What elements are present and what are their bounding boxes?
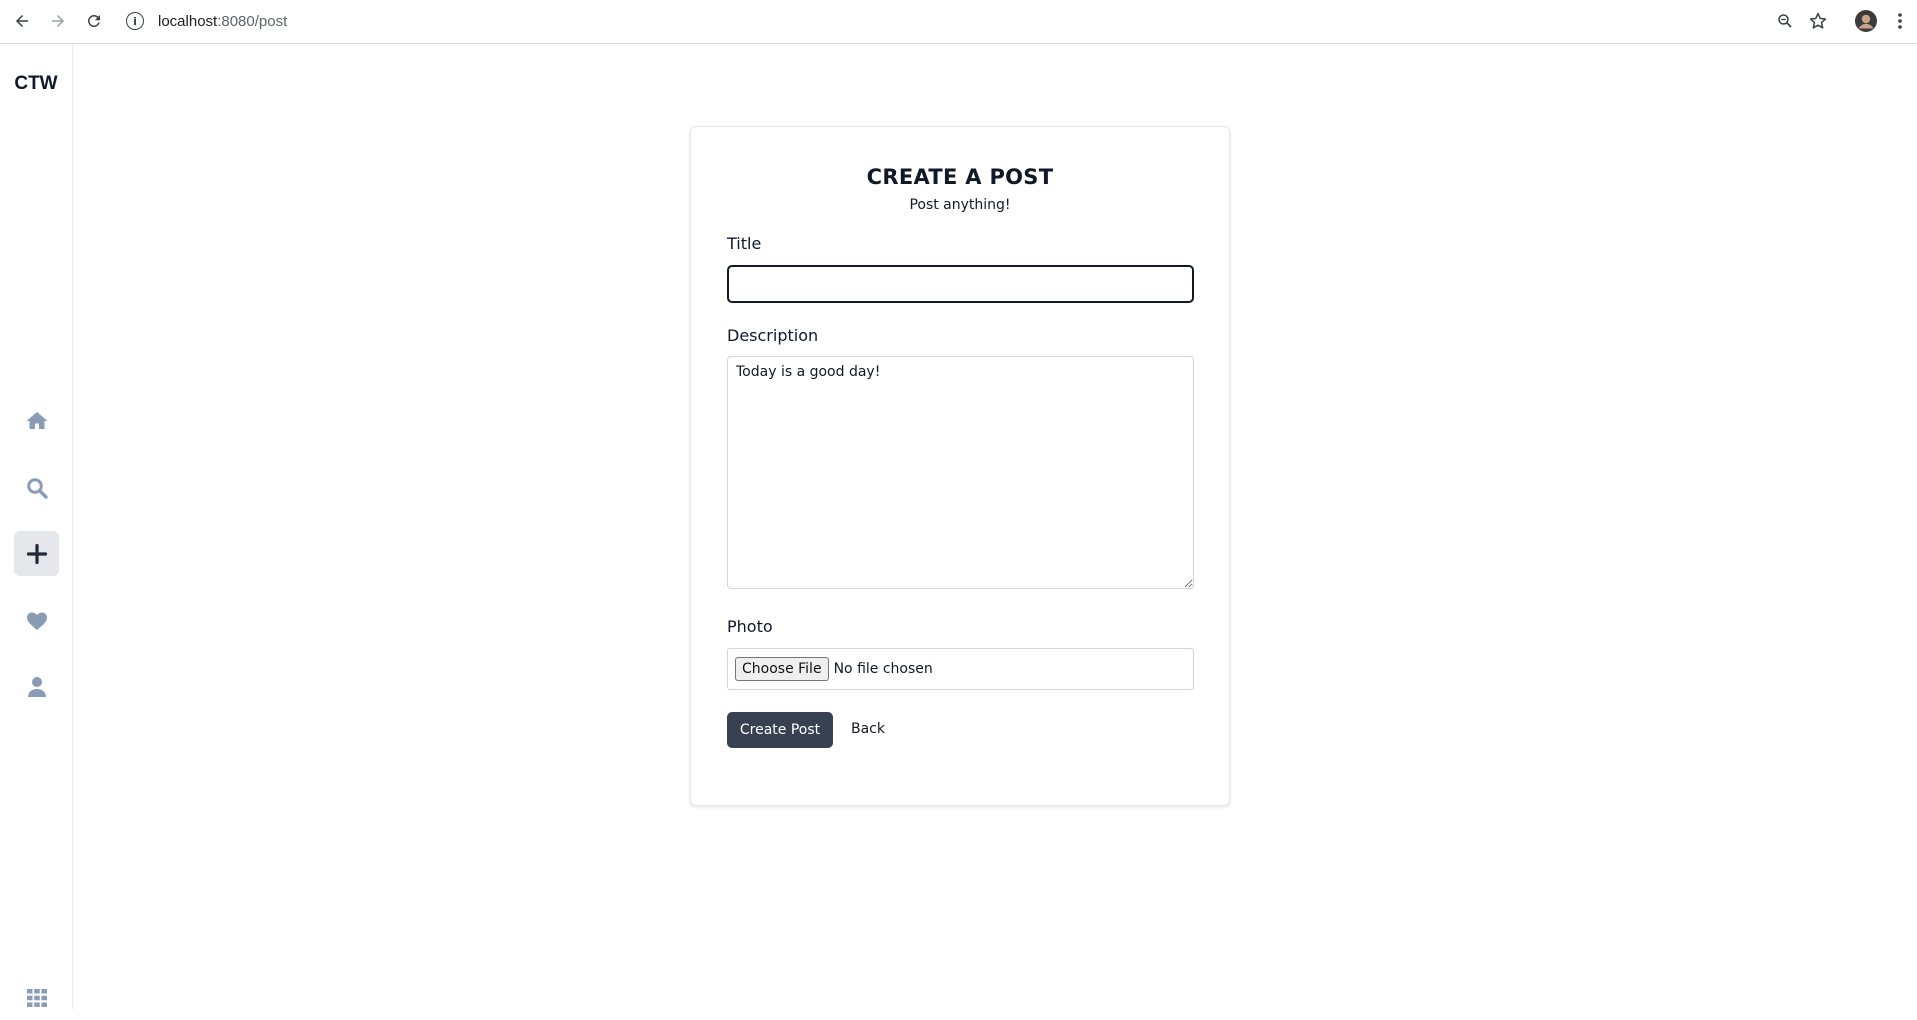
url-host: localhost xyxy=(158,12,218,30)
zoom-icon[interactable] xyxy=(1772,8,1798,34)
sidebar-item-apps[interactable] xyxy=(14,975,59,1020)
site-info-icon[interactable]: i xyxy=(126,12,144,30)
browser-toolbar: i localhost:8080/post xyxy=(0,0,1917,44)
back-arrow-icon[interactable] xyxy=(10,9,34,33)
url-path: :8080/post xyxy=(217,12,288,30)
create-post-card: CREATE A POST Post anything! Title Descr… xyxy=(690,126,1230,806)
page-subtitle: Post anything! xyxy=(909,197,1011,213)
choose-file-button[interactable]: Choose File xyxy=(735,657,829,681)
browser-actions xyxy=(1772,8,1917,34)
photo-file-input[interactable]: Choose File No file chosen xyxy=(727,648,1194,690)
user-icon xyxy=(27,676,46,697)
forward-arrow-icon[interactable] xyxy=(46,9,70,33)
search-icon xyxy=(26,477,48,499)
sidebar-item-create[interactable] xyxy=(14,531,59,576)
profile-avatar[interactable] xyxy=(1853,8,1879,34)
url-text[interactable]: localhost:8080/post xyxy=(158,13,287,30)
address-bar[interactable]: i localhost:8080/post xyxy=(126,6,287,36)
create-post-button[interactable]: Create Post xyxy=(727,712,833,748)
sidebar-item-profile[interactable] xyxy=(14,664,59,709)
brand-logo[interactable]: CTW xyxy=(0,73,72,95)
page-title: CREATE A POST xyxy=(866,165,1054,189)
sidebar: CTW xyxy=(0,45,73,1009)
description-textarea[interactable]: Today is a good day! xyxy=(727,356,1194,589)
title-input[interactable] xyxy=(727,265,1194,303)
back-link[interactable]: Back xyxy=(851,721,885,737)
title-label: Title xyxy=(727,234,762,253)
sidebar-item-likes[interactable] xyxy=(14,598,59,643)
description-label: Description xyxy=(727,326,819,345)
sidebar-item-search[interactable] xyxy=(14,465,59,510)
bookmark-star-icon[interactable] xyxy=(1805,8,1831,34)
home-icon xyxy=(26,411,47,429)
file-status-text: No file chosen xyxy=(833,661,933,677)
reload-icon[interactable] xyxy=(82,9,106,33)
sidebar-item-home[interactable] xyxy=(14,398,59,443)
photo-label: Photo xyxy=(727,617,773,636)
plus-icon xyxy=(26,543,47,564)
browser-menu-icon[interactable] xyxy=(1887,8,1913,34)
heart-icon xyxy=(26,612,47,630)
grid-icon xyxy=(26,988,47,1007)
